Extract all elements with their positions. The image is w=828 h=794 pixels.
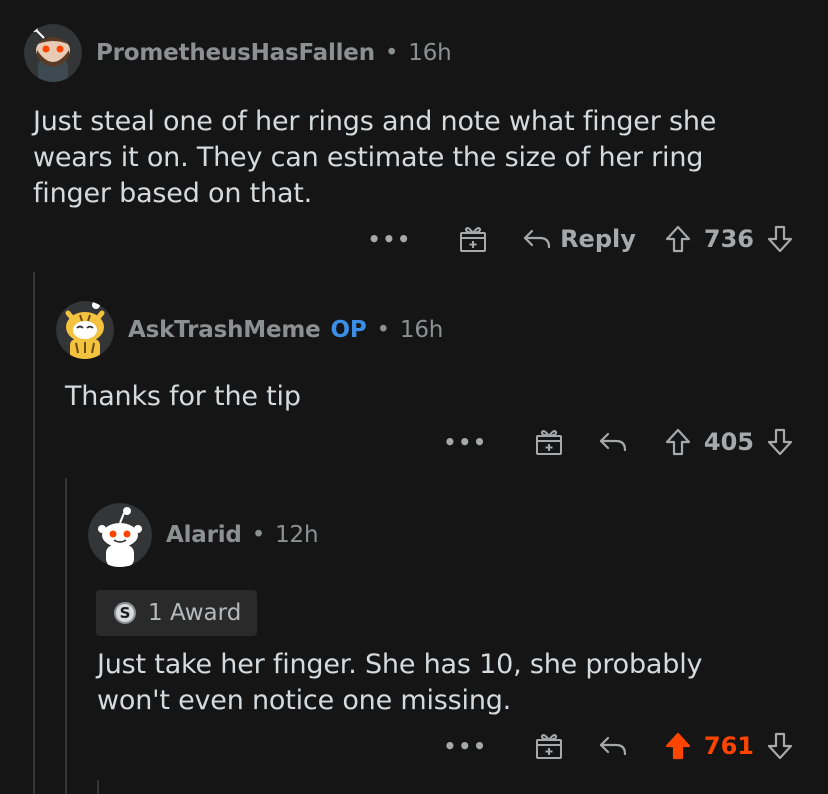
snoo-bearded-icon bbox=[24, 24, 82, 82]
comment-body: Just steal one of her rings and note wha… bbox=[33, 106, 717, 209]
reply-arrow-icon bbox=[598, 430, 628, 454]
reply-arrow-icon bbox=[522, 227, 552, 251]
vote-score: 761 bbox=[703, 732, 754, 760]
reply-button[interactable] bbox=[598, 734, 636, 758]
timestamp[interactable]: 12h bbox=[275, 522, 318, 548]
reply-arrow-icon bbox=[598, 734, 628, 758]
more-options-button[interactable]: ••• bbox=[444, 430, 488, 454]
upvote-arrow-icon[interactable] bbox=[664, 427, 692, 457]
gift-award-icon[interactable] bbox=[534, 731, 564, 761]
gift-award-icon[interactable] bbox=[534, 427, 564, 457]
downvote-arrow-icon[interactable] bbox=[766, 427, 794, 457]
op-badge: OP bbox=[330, 317, 367, 343]
vote-control: 761 bbox=[664, 731, 794, 761]
comment-actions: ••• 405 bbox=[444, 425, 794, 459]
comment-prometheushasfallen: PrometheusHasFallen • 16h Just steal one… bbox=[0, 0, 828, 270]
gift-award-icon[interactable] bbox=[458, 224, 488, 254]
vote-control: 736 bbox=[664, 224, 794, 254]
reply-label: Reply bbox=[560, 225, 636, 253]
avatar[interactable] bbox=[56, 301, 114, 359]
vote-score: 736 bbox=[703, 225, 754, 253]
vote-score: 405 bbox=[703, 428, 754, 456]
snoo-tiger-icon bbox=[56, 301, 114, 359]
more-options-button[interactable]: ••• bbox=[368, 227, 412, 251]
avatar[interactable] bbox=[88, 503, 152, 567]
upvote-arrow-icon[interactable] bbox=[664, 224, 692, 254]
comment-asktrashmeme: AskTrashMeme OP • 16h Thanks for the tip… bbox=[0, 280, 828, 480]
separator-dot: • bbox=[376, 317, 391, 343]
award-label: 1 Award bbox=[148, 600, 242, 626]
reply-button[interactable] bbox=[598, 430, 636, 454]
timestamp[interactable]: 16h bbox=[408, 40, 451, 66]
separator-dot: • bbox=[251, 522, 266, 548]
author-name[interactable]: PrometheusHasFallen bbox=[96, 40, 375, 66]
upvote-arrow-icon[interactable] bbox=[664, 731, 692, 761]
author-name[interactable]: AskTrashMeme bbox=[128, 317, 321, 343]
downvote-arrow-icon[interactable] bbox=[766, 224, 794, 254]
downvote-arrow-icon[interactable] bbox=[766, 731, 794, 761]
comment-actions: ••• 761 bbox=[444, 729, 794, 763]
avatar[interactable] bbox=[24, 24, 82, 82]
snoo-default-icon bbox=[88, 503, 152, 567]
vote-control: 405 bbox=[664, 427, 794, 457]
comment-alarid: Alarid • 12h S 1 Award Just take her fin… bbox=[0, 488, 828, 788]
more-options-button[interactable]: ••• bbox=[444, 734, 488, 758]
award-badge[interactable]: S 1 Award bbox=[96, 590, 258, 636]
timestamp[interactable]: 16h bbox=[400, 317, 443, 343]
separator-dot: • bbox=[384, 40, 399, 66]
comment-body: Thanks for the tip bbox=[65, 381, 301, 412]
reply-button[interactable]: Reply bbox=[522, 225, 636, 253]
author-name[interactable]: Alarid bbox=[166, 522, 242, 548]
comment-actions: ••• Reply 736 bbox=[368, 222, 794, 256]
award-coin-icon: S bbox=[114, 602, 136, 624]
comment-body: Just take her finger. She has 10, she pr… bbox=[97, 649, 703, 716]
